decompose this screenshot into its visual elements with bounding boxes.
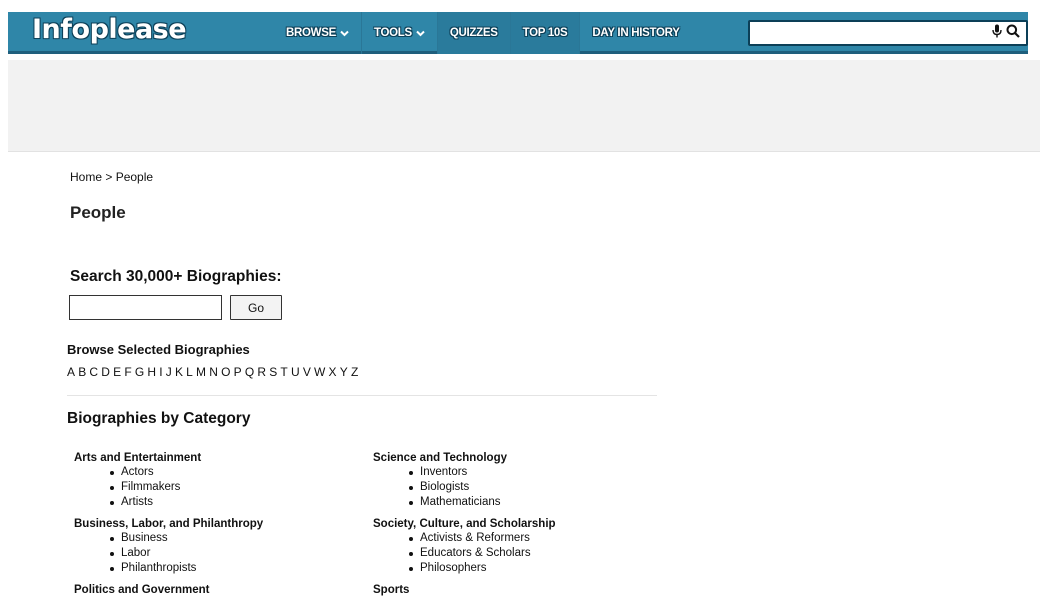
- letter-link-l[interactable]: L: [186, 365, 193, 379]
- main-nav: BROWSE TOOLS QUIZZES TOP 10S DAY IN HIST…: [274, 12, 692, 54]
- category-group: Business, Labor, and Philanthropy Busines…: [74, 517, 364, 576]
- nav-tools-label: TOOLS: [373, 27, 412, 39]
- site-search: [748, 20, 1028, 46]
- chevron-down-icon: [416, 30, 425, 37]
- nav-day-in-history-label: DAY IN HISTORY: [592, 27, 680, 39]
- category-list: Inventors Biologists Mathematicians: [373, 465, 663, 510]
- letter-link-o[interactable]: O: [221, 365, 230, 379]
- letter-link-y[interactable]: Y: [340, 365, 348, 379]
- category-column-right: Science and Technology Inventors Biologist…: [373, 451, 663, 602]
- go-button[interactable]: Go: [230, 295, 282, 320]
- category-link[interactable]: Biologists: [409, 480, 663, 495]
- letter-link-i[interactable]: I: [159, 365, 162, 379]
- site-logo[interactable]: Infoplease: [32, 14, 187, 45]
- nav-browse-label: BROWSE: [286, 27, 336, 39]
- category-list: Business Labor Philanthropists: [74, 531, 364, 576]
- category-link[interactable]: Inventors: [409, 465, 663, 480]
- letter-link-g[interactable]: G: [135, 365, 144, 379]
- letter-link-x[interactable]: X: [329, 365, 337, 379]
- category-list: Activists & Reformers Educators & Scholar…: [373, 531, 663, 576]
- letter-link-p[interactable]: P: [234, 365, 242, 379]
- category-title[interactable]: Society, Culture, and Scholarship: [373, 517, 663, 531]
- category-link[interactable]: Filmmakers: [110, 480, 364, 495]
- category-link[interactable]: Artists: [110, 495, 364, 510]
- category-group: Arts and Entertainment Actors Filmmakers Ar…: [74, 451, 364, 510]
- category-heading: Biographies by Category: [67, 410, 251, 427]
- nav-top-10s[interactable]: TOP 10S: [510, 12, 581, 54]
- browse-label: Browse Selected Biographies: [67, 342, 250, 357]
- category-group: Politics and Government: [74, 583, 364, 597]
- breadcrumb-home[interactable]: Home: [70, 170, 102, 184]
- category-link[interactable]: Labor: [110, 546, 364, 561]
- bio-search-label: Search 30,000+ Biographies:: [70, 268, 282, 285]
- breadcrumb: Home > People: [70, 170, 153, 184]
- ad-banner-placeholder: [8, 60, 1040, 152]
- category-list: Actors Filmmakers Artists: [74, 465, 364, 510]
- letter-link-s[interactable]: S: [269, 365, 277, 379]
- category-group: Society, Culture, and Scholarship Activis…: [373, 517, 663, 576]
- page-title: People: [70, 203, 126, 222]
- category-link[interactable]: Mathematicians: [409, 495, 663, 510]
- nav-browse[interactable]: BROWSE: [274, 12, 362, 54]
- letter-link-j[interactable]: J: [166, 365, 172, 379]
- breadcrumb-current: People: [115, 170, 154, 184]
- category-title[interactable]: Business, Labor, and Philanthropy: [74, 517, 364, 531]
- letter-link-r[interactable]: R: [257, 365, 266, 379]
- breadcrumb-separator: >: [102, 170, 116, 184]
- category-column-left: Arts and Entertainment Actors Filmmakers Ar…: [74, 451, 364, 602]
- category-group: Science and Technology Inventors Biologist…: [373, 451, 663, 510]
- letter-link-k[interactable]: K: [175, 365, 183, 379]
- nav-tools[interactable]: TOOLS: [362, 12, 438, 54]
- letter-link-q[interactable]: Q: [245, 365, 254, 379]
- microphone-icon[interactable]: [992, 24, 1002, 43]
- category-title[interactable]: Arts and Entertainment: [74, 451, 364, 465]
- category-link[interactable]: Philosophers: [409, 561, 663, 576]
- category-title[interactable]: Politics and Government: [74, 583, 364, 597]
- letter-link-w[interactable]: W: [314, 365, 325, 379]
- letter-link-u[interactable]: U: [291, 365, 300, 379]
- letter-link-b[interactable]: B: [78, 365, 86, 379]
- category-link[interactable]: Business: [110, 531, 364, 546]
- bio-search-input[interactable]: [69, 295, 222, 320]
- letter-link-v[interactable]: V: [303, 365, 311, 379]
- category-link[interactable]: Philanthropists: [110, 561, 364, 576]
- nav-quizzes[interactable]: QUIZZES: [437, 12, 511, 54]
- divider: [67, 395, 657, 396]
- letter-link-n[interactable]: N: [209, 365, 218, 379]
- letter-link-a[interactable]: A: [67, 365, 75, 379]
- category-link[interactable]: Actors: [110, 465, 364, 480]
- letter-link-h[interactable]: H: [147, 365, 156, 379]
- letter-link-d[interactable]: D: [101, 365, 110, 379]
- nav-quizzes-label: QUIZZES: [449, 27, 498, 39]
- letter-link-m[interactable]: M: [196, 365, 206, 379]
- site-search-input[interactable]: [754, 24, 974, 42]
- letter-link-z[interactable]: Z: [351, 365, 358, 379]
- letter-link-t[interactable]: T: [280, 365, 287, 379]
- category-title[interactable]: Science and Technology: [373, 451, 663, 465]
- nav-top-10s-label: TOP 10S: [522, 27, 568, 39]
- letter-index: ABCDEFGHIJKLMNOPQRSTUVWXYZ: [67, 365, 361, 379]
- nav-day-in-history[interactable]: DAY IN HISTORY: [580, 12, 691, 54]
- chevron-down-icon: [340, 30, 349, 37]
- letter-link-e[interactable]: E: [113, 365, 121, 379]
- site-header: Infoplease BROWSE TOOLS QUIZZES TOP 10S …: [8, 12, 1028, 54]
- category-link[interactable]: Activists & Reformers: [409, 531, 663, 546]
- category-group: Sports: [373, 583, 663, 597]
- letter-link-c[interactable]: C: [89, 365, 98, 379]
- category-title[interactable]: Sports: [373, 583, 663, 597]
- category-link[interactable]: Educators & Scholars: [409, 546, 663, 561]
- search-icon[interactable]: [1006, 24, 1020, 43]
- letter-link-f[interactable]: F: [124, 365, 131, 379]
